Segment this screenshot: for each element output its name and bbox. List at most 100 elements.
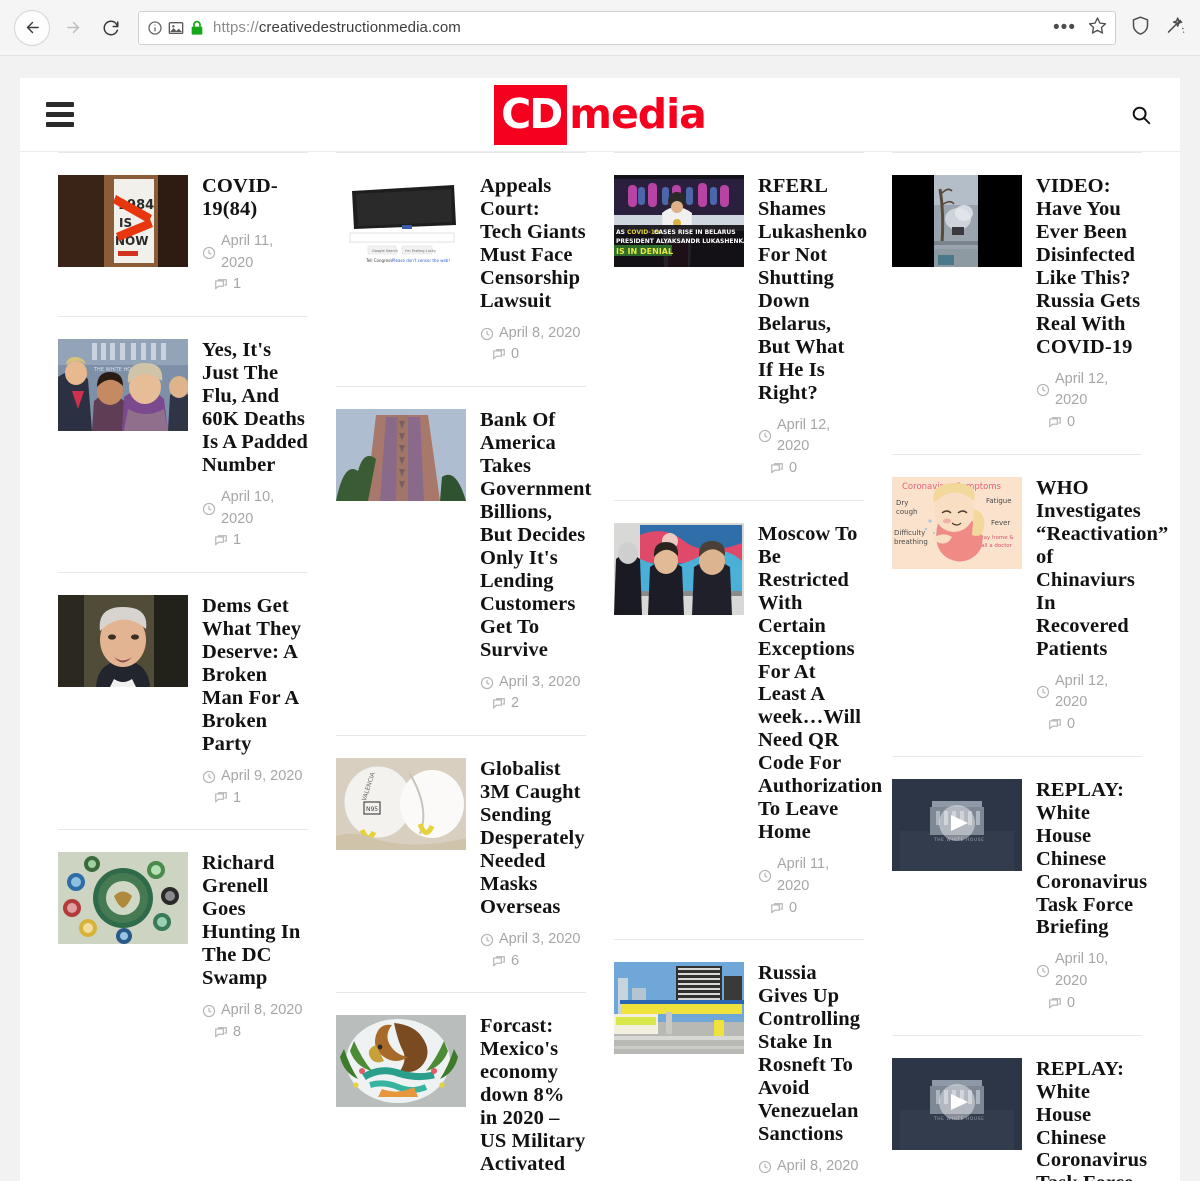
url-text[interactable]: https://creativedestructionmedia.com bbox=[213, 19, 1045, 36]
post-thumbnail[interactable]: Coronavirus Symptoms Dry cough Fatigue F… bbox=[892, 476, 1022, 569]
post-date-text: April 11, 2020 bbox=[221, 232, 274, 271]
post-title[interactable]: Yes, It's Just The Flu, And 60K Deaths I… bbox=[202, 339, 308, 477]
post-title[interactable]: COVID-19(84) bbox=[202, 175, 308, 221]
hamburger-menu-icon[interactable] bbox=[46, 102, 74, 127]
post-item[interactable]: THE WHITE HOUSE Yes, It's Just The Flu, … bbox=[58, 316, 308, 572]
post-thumbnail[interactable] bbox=[614, 522, 744, 615]
post-thumbnail[interactable] bbox=[614, 962, 744, 1055]
post-item[interactable]: Forcast: Mexico's economy down 8% in 202… bbox=[336, 992, 586, 1181]
post-meta: April 9, 2020 1 bbox=[202, 766, 308, 810]
post-item[interactable]: Coronavirus Symptoms Dry cough Fatigue F… bbox=[892, 453, 1168, 756]
post-item[interactable]: Russia Gives Up Controlling Stake In Ros… bbox=[614, 939, 864, 1181]
post-comments: 0 bbox=[1036, 993, 1142, 1015]
lock-icon[interactable] bbox=[189, 20, 205, 36]
post-title[interactable]: Richard Grenell Goes Hunting In The DC S… bbox=[202, 852, 308, 990]
forward-button[interactable] bbox=[56, 11, 90, 45]
post-thumbnail[interactable]: VALENCIA N95 bbox=[336, 758, 466, 851]
comment-icon bbox=[771, 463, 783, 474]
post-date-text: April 11, 2020 bbox=[777, 856, 830, 894]
post-title[interactable]: VIDEO: Have You Ever Been Disinfected Li… bbox=[1036, 175, 1142, 359]
post-thumbnail[interactable]: THE WHITE HOUSE bbox=[892, 778, 1022, 871]
post-thumbnail[interactable] bbox=[336, 1015, 466, 1108]
address-bar[interactable]: https://creativedestructionmedia.com ••• bbox=[138, 10, 1116, 45]
post-body: Richard Grenell Goes Hunting In The DC S… bbox=[202, 852, 308, 1043]
post-title[interactable]: Moscow To Be Restricted With Certain Exc… bbox=[758, 523, 882, 844]
site-logo-link[interactable]: CD media bbox=[494, 84, 707, 145]
post-meta: April 10, 2020 1 bbox=[202, 487, 308, 552]
svg-text:call a doctor: call a doctor bbox=[978, 543, 1013, 549]
comment-icon bbox=[493, 955, 505, 967]
clock-icon bbox=[480, 327, 494, 340]
post-grid: 1984 IS NOW COVID-19(84) April 11, 2020 … bbox=[20, 152, 1180, 1181]
post-date-text: April 8, 2020 bbox=[499, 324, 581, 341]
post-item[interactable]: Bank Of America Takes Government Billion… bbox=[336, 386, 591, 735]
pocket-icon[interactable] bbox=[1165, 15, 1186, 41]
site-header: CD media bbox=[20, 78, 1180, 152]
post-comment-count: 6 bbox=[511, 952, 520, 969]
image-icon[interactable] bbox=[168, 20, 184, 36]
post-comments: 8 bbox=[202, 1022, 308, 1044]
site-container: CD media 1984 IS NOW COVID-19(84) April … bbox=[20, 78, 1180, 1181]
post-comment-count: 0 bbox=[789, 460, 798, 477]
post-comment-count: 1 bbox=[233, 276, 242, 293]
star-icon[interactable] bbox=[1088, 16, 1107, 40]
post-item[interactable]: VIDEO: Have You Ever Been Disinfected Li… bbox=[892, 152, 1142, 454]
post-thumbnail[interactable]: THE WHITE HOUSE bbox=[892, 1057, 1022, 1150]
post-thumbnail[interactable] bbox=[336, 409, 466, 502]
post-title[interactable]: Globalist 3M Caught Sending Desperately … bbox=[480, 758, 586, 919]
info-icon[interactable] bbox=[147, 20, 163, 36]
post-comment-count: 1 bbox=[233, 532, 242, 549]
post-comments: 6 bbox=[480, 951, 586, 973]
post-item[interactable]: 1984 IS NOW COVID-19(84) April 11, 2020 … bbox=[58, 152, 308, 316]
hamburger-bar bbox=[46, 122, 74, 127]
post-body: Yes, It's Just The Flu, And 60K Deaths I… bbox=[202, 339, 308, 552]
post-column-1: 1984 IS NOW COVID-19(84) April 11, 2020 … bbox=[44, 152, 322, 1181]
post-title[interactable]: REPLAY: White House Chinese Coronavirus … bbox=[1036, 1058, 1147, 1181]
post-item[interactable]: Richard Grenell Goes Hunting In The DC S… bbox=[58, 829, 308, 1063]
comment-icon bbox=[1049, 997, 1061, 1009]
post-thumbnail[interactable]: THE WHITE HOUSE bbox=[58, 339, 188, 432]
post-title[interactable]: Appeals Court: Tech Giants Must Face Cen… bbox=[480, 175, 586, 313]
post-item[interactable]: VALENCIA N95 Globalist 3M Caught Sending… bbox=[336, 735, 586, 992]
post-title[interactable]: Russia Gives Up Controlling Stake In Ros… bbox=[758, 962, 864, 1146]
post-thumbnail[interactable] bbox=[892, 175, 1022, 267]
post-item[interactable]: Dems Get What They Deserve: A Broken Man… bbox=[58, 572, 308, 829]
post-date-text: April 12, 2020 bbox=[1055, 370, 1109, 409]
reload-button[interactable] bbox=[94, 11, 128, 45]
post-item[interactable]: Google Search I'm Feeling Lucky Tell Con… bbox=[336, 152, 586, 386]
post-thumbnail[interactable]: 1984 IS NOW bbox=[58, 175, 188, 267]
post-comment-count: 0 bbox=[1067, 994, 1076, 1011]
post-date-text: April 3, 2020 bbox=[499, 673, 581, 690]
post-thumbnail[interactable]: Google Search I'm Feeling Lucky Tell Con… bbox=[336, 175, 466, 267]
post-comment-count: 8 bbox=[233, 1023, 242, 1040]
post-title[interactable]: Dems Get What They Deserve: A Broken Man… bbox=[202, 595, 308, 756]
post-meta: April 12, 2020 0 bbox=[1036, 369, 1142, 434]
post-item[interactable]: Moscow To Be Restricted With Certain Exc… bbox=[614, 499, 882, 940]
post-thumbnail[interactable] bbox=[58, 852, 188, 945]
post-date-text: April 8, 2020 bbox=[777, 1158, 859, 1174]
post-item[interactable]: AS COVID-19 CASES RISE IN BELARUS PRESID… bbox=[614, 152, 867, 500]
post-comment-count: 1 bbox=[233, 789, 242, 806]
post-meta: April 8, 2020 0 bbox=[758, 1156, 864, 1181]
page-actions-icon[interactable]: ••• bbox=[1053, 18, 1076, 37]
comment-icon bbox=[493, 349, 505, 361]
clock-icon bbox=[202, 502, 216, 515]
post-title[interactable]: RFERL Shames Lukashenko For Not Shutting… bbox=[758, 175, 867, 405]
post-title[interactable]: WHO Investigates “Reactivation” of China… bbox=[1036, 477, 1168, 661]
post-date-text: April 10, 2020 bbox=[1055, 951, 1109, 990]
svg-text:Difficulty: Difficulty bbox=[894, 529, 925, 537]
post-meta: April 10, 2020 0 bbox=[1036, 949, 1142, 1014]
svg-text:IS IN DENIAL: IS IN DENIAL bbox=[616, 247, 673, 256]
svg-text:Google Search: Google Search bbox=[372, 249, 398, 253]
search-icon[interactable] bbox=[1128, 102, 1154, 128]
post-title[interactable]: Bank Of America Takes Government Billion… bbox=[480, 409, 591, 661]
shield-icon[interactable] bbox=[1130, 15, 1151, 41]
post-item[interactable]: THE WHITE HOUSE REPLAY: White House Chin… bbox=[892, 755, 1147, 1035]
post-title[interactable]: Forcast: Mexico's economy down 8% in 202… bbox=[480, 1015, 586, 1176]
post-title[interactable]: REPLAY: White House Chinese Coronavirus … bbox=[1036, 779, 1147, 940]
clock-icon bbox=[202, 1004, 216, 1018]
post-thumbnail[interactable]: AS COVID-19 CASES RISE IN BELARUS PRESID… bbox=[614, 175, 744, 267]
back-button[interactable] bbox=[14, 9, 50, 46]
post-thumbnail[interactable] bbox=[58, 595, 188, 688]
post-item[interactable]: THE WHITE HOUSE REPLAY: White House Chin… bbox=[892, 1034, 1147, 1181]
